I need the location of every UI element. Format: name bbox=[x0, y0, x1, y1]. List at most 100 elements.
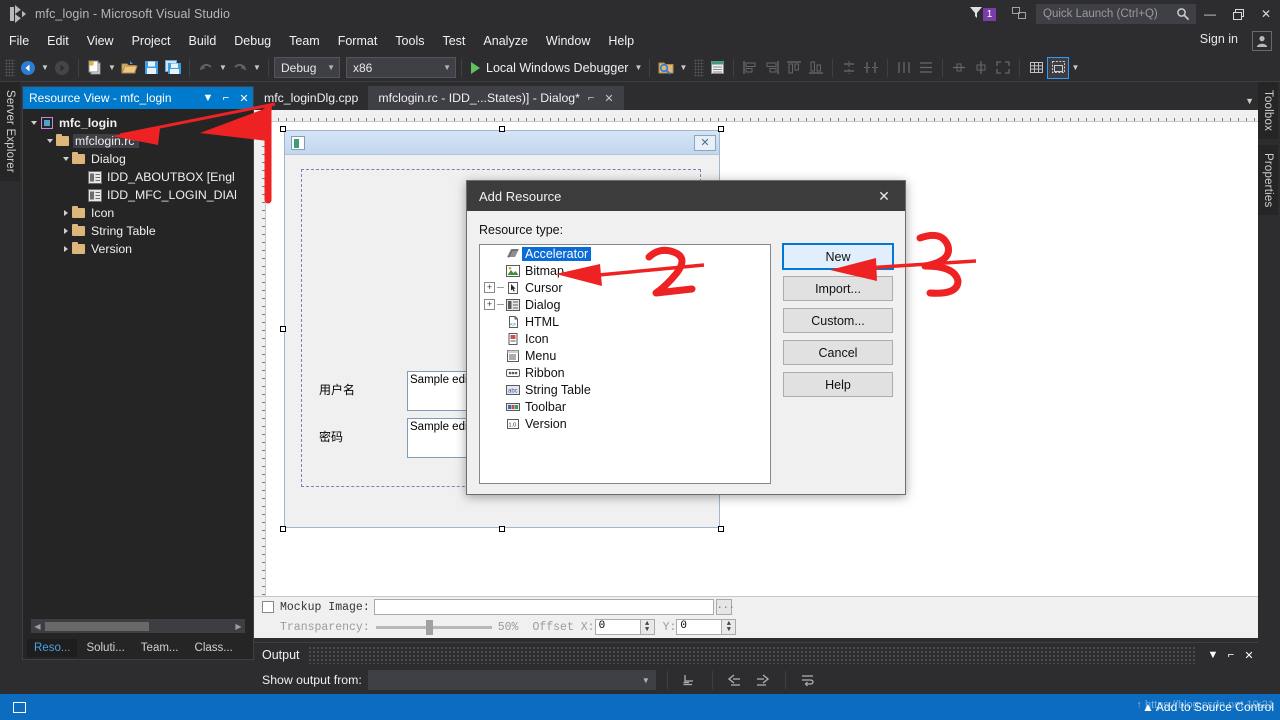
offset-y-input[interactable]: 0 bbox=[676, 619, 723, 635]
account-person-icon[interactable] bbox=[1252, 31, 1272, 51]
offset-x-spinner[interactable]: ▲ ▼ bbox=[640, 619, 655, 635]
scrollbar-thumb[interactable] bbox=[45, 621, 149, 631]
menu-test[interactable]: Test bbox=[433, 31, 474, 51]
tab-team-explorer[interactable]: Team... bbox=[134, 639, 186, 657]
menu-project[interactable]: Project bbox=[123, 31, 180, 51]
chevron-down-icon[interactable]: ▼ bbox=[199, 92, 217, 104]
space-down-icon[interactable] bbox=[915, 57, 937, 79]
make-same-width-icon[interactable] bbox=[838, 57, 860, 79]
menu-file[interactable]: File bbox=[0, 31, 38, 51]
cancel-button[interactable]: Cancel bbox=[783, 340, 893, 365]
size-to-content-icon[interactable] bbox=[992, 57, 1014, 79]
toggle-word-wrap-icon[interactable] bbox=[797, 670, 819, 690]
resize-handle-ne[interactable] bbox=[718, 126, 724, 132]
go-to-previous-message-icon[interactable] bbox=[724, 670, 746, 690]
menu-help[interactable]: Help bbox=[599, 31, 643, 51]
start-debugging-dropdown-icon[interactable]: ▼ bbox=[632, 57, 644, 79]
undo-dropdown-icon[interactable]: ▼ bbox=[217, 57, 229, 79]
chevron-down-icon[interactable]: ▼ bbox=[443, 63, 451, 72]
solution-platform-combo[interactable]: x86 ▼ bbox=[346, 57, 456, 78]
offset-x-input[interactable]: 0 bbox=[594, 619, 641, 635]
navigate-back-dropdown-icon[interactable]: ▼ bbox=[39, 57, 51, 79]
center-vertically-icon[interactable] bbox=[970, 57, 992, 79]
notifications-group[interactable]: 1 bbox=[969, 6, 996, 22]
resource-item-version[interactable]: 1.0 Version bbox=[480, 415, 770, 432]
toolbar-grip[interactable] bbox=[5, 58, 15, 77]
resource-item-accelerator[interactable]: Accelerator bbox=[480, 245, 770, 262]
transparency-slider[interactable] bbox=[375, 619, 492, 635]
tab-class-view[interactable]: Class... bbox=[188, 639, 240, 657]
expander-icon[interactable]: + bbox=[484, 282, 495, 293]
close-icon[interactable]: ✕ bbox=[1240, 649, 1258, 662]
menu-analyze[interactable]: Analyze bbox=[474, 31, 536, 51]
align-tops-icon[interactable] bbox=[783, 57, 805, 79]
maximize-restore-button[interactable] bbox=[1224, 1, 1252, 27]
expander-icon[interactable] bbox=[59, 210, 72, 216]
resource-item-bitmap[interactable]: Bitmap bbox=[480, 262, 770, 279]
resize-handle-nw[interactable] bbox=[280, 126, 286, 132]
tree-item-idd-mfc-login-dialog[interactable]: IDD_MFC_LOGIN_DIAl bbox=[23, 186, 253, 204]
expander-icon[interactable] bbox=[59, 246, 72, 252]
align-lefts-icon[interactable] bbox=[739, 57, 761, 79]
find-dropdown-icon[interactable]: ▼ bbox=[677, 57, 689, 79]
expander-icon[interactable] bbox=[59, 157, 72, 161]
mockup-image-checkbox[interactable] bbox=[262, 601, 274, 613]
tree-item-mfclogin-rc[interactable]: mfclogin.rc* bbox=[23, 132, 253, 150]
search-icon[interactable] bbox=[1176, 7, 1190, 24]
resource-item-icon[interactable]: Icon bbox=[480, 330, 770, 347]
quick-launch-input[interactable]: Quick Launch (Ctrl+Q) bbox=[1036, 4, 1196, 24]
menu-view[interactable]: View bbox=[78, 31, 123, 51]
new-project-icon[interactable] bbox=[84, 57, 106, 79]
resource-item-toolbar[interactable]: Toolbar bbox=[480, 398, 770, 415]
save-all-icon[interactable] bbox=[162, 57, 184, 79]
import-button[interactable]: Import... bbox=[783, 276, 893, 301]
output-source-combo[interactable]: ▼ bbox=[367, 670, 656, 690]
test-dialog-icon[interactable] bbox=[1047, 56, 1070, 79]
menu-format[interactable]: Format bbox=[329, 31, 387, 51]
expander-icon[interactable] bbox=[43, 139, 56, 143]
resource-item-ribbon[interactable]: Ribbon bbox=[480, 364, 770, 381]
server-explorer-tab[interactable]: Server Explorer bbox=[0, 82, 20, 181]
sign-in-link[interactable]: Sign in bbox=[1200, 32, 1238, 46]
resource-item-menu[interactable]: Menu bbox=[480, 347, 770, 364]
undo-icon[interactable] bbox=[195, 57, 217, 79]
tree-item-mfc-login[interactable]: mfc_login bbox=[23, 114, 253, 132]
properties-tab[interactable]: Properties bbox=[1258, 145, 1278, 216]
toolbar-overflow-icon[interactable]: ▼ bbox=[1069, 57, 1081, 79]
tab-solution-explorer[interactable]: Soluti... bbox=[79, 639, 131, 657]
mockup-image-path-input[interactable] bbox=[373, 599, 714, 615]
chevron-down-icon[interactable]: ▼ bbox=[1204, 649, 1222, 661]
redo-dropdown-icon[interactable]: ▼ bbox=[251, 57, 263, 79]
close-icon[interactable]: ✕ bbox=[604, 92, 613, 105]
menu-tools[interactable]: Tools bbox=[386, 31, 433, 51]
tree-item-dialog-folder[interactable]: Dialog bbox=[23, 150, 253, 168]
redo-icon[interactable] bbox=[229, 57, 251, 79]
funnel-notification-icon[interactable] bbox=[969, 6, 983, 22]
resource-item-cursor[interactable]: + Cursor bbox=[480, 279, 770, 296]
custom-button[interactable]: Custom... bbox=[783, 308, 893, 333]
pin-icon[interactable]: ⌐ bbox=[217, 92, 235, 104]
browse-button[interactable]: ... bbox=[715, 599, 735, 615]
send-feedback-icon[interactable] bbox=[1012, 6, 1026, 23]
find-in-files-icon[interactable] bbox=[655, 57, 677, 79]
tree-item-idd-aboutbox[interactable]: IDD_ABOUTBOX [Engl bbox=[23, 168, 253, 186]
resize-handle-s[interactable] bbox=[499, 526, 505, 532]
new-button[interactable]: New bbox=[782, 243, 894, 270]
go-to-next-message-icon[interactable] bbox=[752, 670, 774, 690]
help-button[interactable]: Help bbox=[783, 372, 893, 397]
chevron-down-icon[interactable]: ▼ bbox=[1245, 96, 1254, 106]
resource-type-list[interactable]: Accelerator Bitmap + Cursor + Dialog <> … bbox=[479, 244, 771, 484]
menu-team[interactable]: Team bbox=[280, 31, 329, 51]
resource-item-dialog[interactable]: + Dialog bbox=[480, 296, 770, 313]
scroll-right-icon[interactable]: ▶ bbox=[232, 622, 245, 631]
resize-handle-sw[interactable] bbox=[280, 526, 286, 532]
navigate-back-icon[interactable] bbox=[17, 57, 39, 79]
space-across-icon[interactable] bbox=[893, 57, 915, 79]
menu-build[interactable]: Build bbox=[179, 31, 225, 51]
close-button[interactable]: ✕ bbox=[1252, 1, 1280, 27]
dialog-close-icon[interactable]: ✕ bbox=[694, 134, 716, 151]
tab-mfc-logindlg-cpp[interactable]: mfc_loginDlg.cpp bbox=[254, 86, 369, 110]
expander-icon[interactable]: + bbox=[484, 299, 495, 310]
align-bottoms-icon[interactable] bbox=[805, 57, 827, 79]
notification-count-badge[interactable]: 1 bbox=[983, 7, 996, 21]
